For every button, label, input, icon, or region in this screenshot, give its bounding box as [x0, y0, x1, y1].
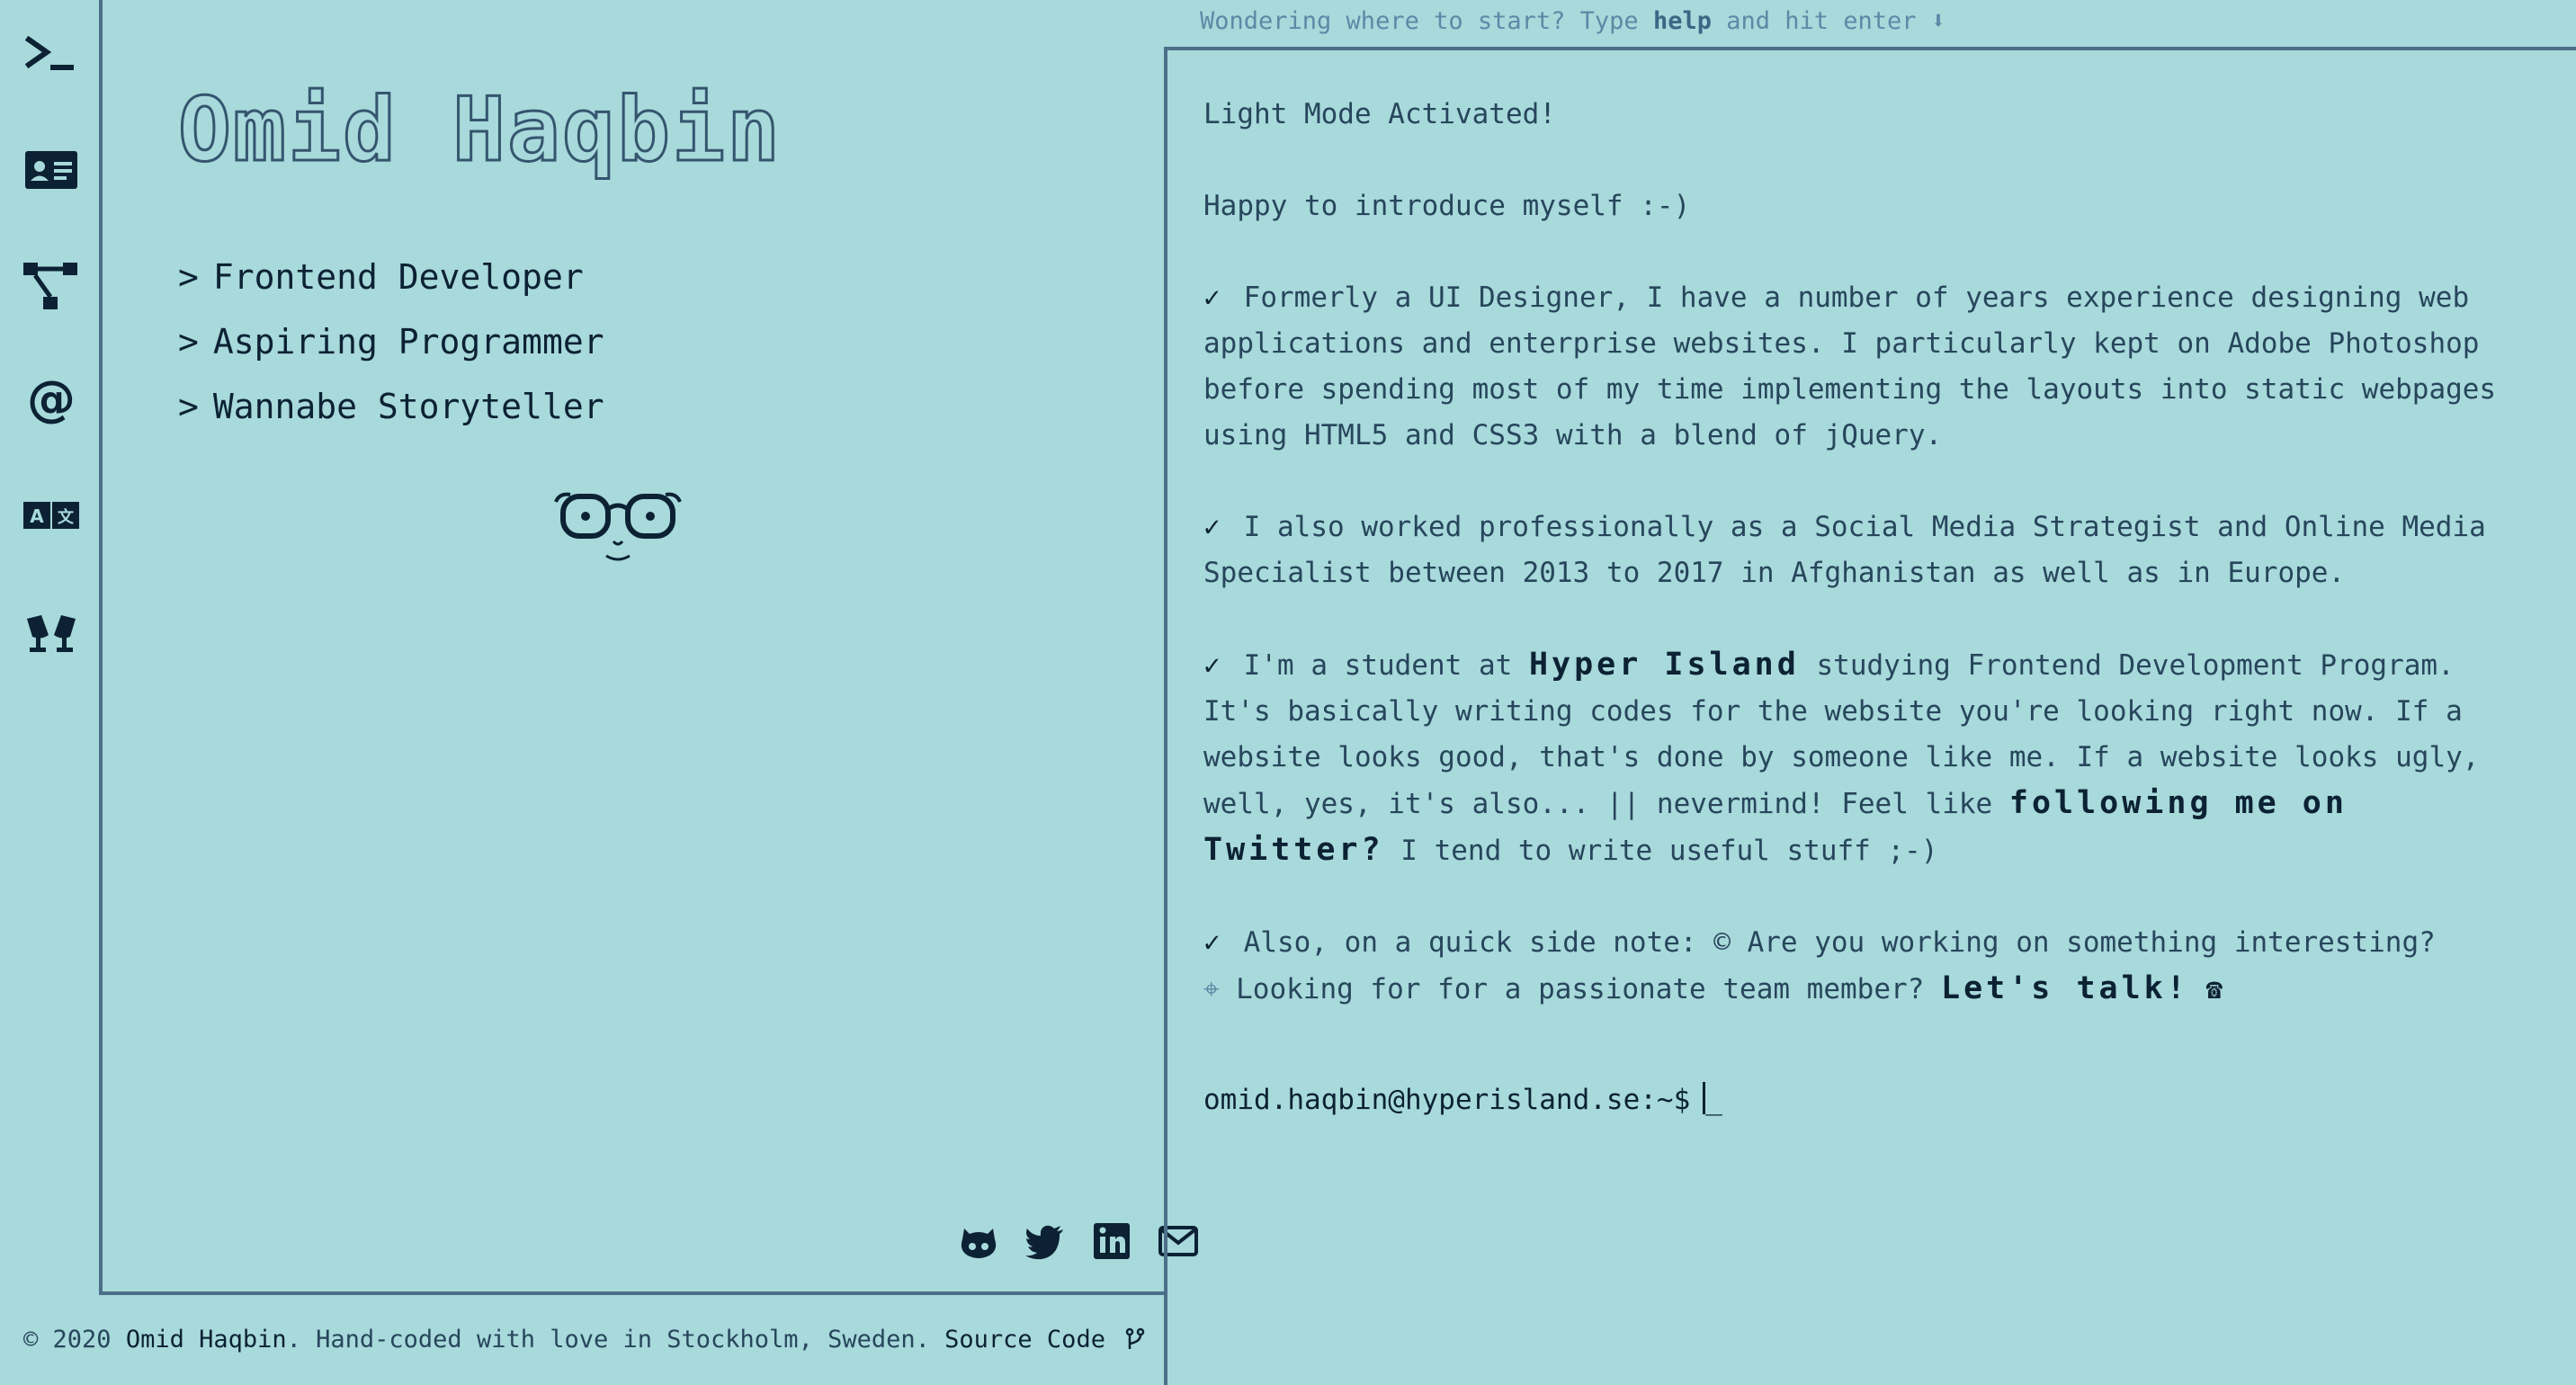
id-card-icon[interactable] [20, 138, 83, 201]
sidebar-nav: @ A文 [0, 0, 103, 1295]
translate-icon[interactable]: A文 [20, 484, 83, 547]
role-label: Wannabe Storyteller [212, 387, 604, 426]
at-sign-icon[interactable]: @ [20, 369, 83, 432]
lets-talk-link[interactable]: Let's talk! [1941, 970, 2189, 1006]
hint-keyword: help [1652, 7, 1712, 35]
code-branch-icon [1125, 1327, 1145, 1349]
role-label: Frontend Developer [212, 257, 584, 297]
check-icon: ✓ [1203, 281, 1221, 314]
footer-author: Omid Haqbin [125, 1326, 287, 1354]
footer-text: . Hand-coded with love in Stockholm, Swe… [286, 1326, 930, 1354]
panel-divider [103, 1291, 1164, 1295]
hyper-island-link[interactable]: Hyper Island [1529, 647, 1800, 683]
sitemap-icon[interactable] [20, 254, 83, 317]
check-icon: ✓ [1203, 511, 1221, 543]
role-label: Aspiring Programmer [212, 322, 604, 362]
paragraph-text: I'm a student at [1243, 649, 1513, 682]
terminal-paragraph: ✓ I'm a student at Hyper Island studying … [1203, 642, 2535, 874]
cursor-glyph: _ [1705, 1084, 1722, 1116]
profile-name: Omid Haqbin [176, 78, 783, 183]
terminal-window[interactable]: Light Mode Activated! Happy to introduce… [1164, 47, 2576, 1385]
role-list: > Frontend Developer > Aspiring Programmer… [178, 245, 604, 439]
role-prefix: > [178, 257, 199, 297]
role-item: > Frontend Developer [178, 245, 604, 309]
check-icon: ✓ [1203, 649, 1221, 682]
paragraph-text: Looking for for a passionate team member… [1236, 973, 1925, 1005]
github-icon[interactable] [957, 1220, 1000, 1263]
nerd-face-icon [550, 484, 685, 570]
source-code-link[interactable]: Source Code [944, 1326, 1145, 1354]
phone-icon: ☎ [2205, 973, 2223, 1005]
twitter-icon[interactable] [1024, 1220, 1067, 1263]
role-prefix: > [178, 322, 199, 362]
svg-text:@: @ [27, 371, 76, 427]
svg-text:文: 文 [58, 507, 75, 527]
hint-suffix: and hit enter [1726, 7, 1917, 35]
terminal-paragraph: ✓ Also, on a quick side note: © Are you w… [1203, 920, 2535, 1013]
terminal-line-intro: Happy to introduce myself :-) [1203, 190, 1691, 222]
terminal-paragraph: ✓ I also worked professionally as a Socia… [1203, 505, 2535, 596]
glasses-icon[interactable] [20, 599, 83, 662]
svg-text:A: A [30, 505, 44, 527]
profile-panel: Omid Haqbin > Frontend Developer > Aspirin… [103, 0, 1198, 1295]
terminal-paragraph: ✓ Formerly a UI Designer, I have a number… [1203, 275, 2535, 459]
paragraph-text: I tend to write useful stuff ;-) [1400, 835, 1938, 867]
footer-copyright: © 2020 [23, 1326, 112, 1354]
paragraph-text: Formerly a UI Designer, I have a number … [1203, 281, 2497, 451]
role-item: > Wannabe Storyteller [178, 374, 604, 439]
role-item: > Aspiring Programmer [178, 309, 604, 374]
command-prompt[interactable]: omid.haqbin@hyperisland.se:~$ _ [1203, 1077, 2576, 1123]
prompt-label: omid.haqbin@hyperisland.se:~$ [1203, 1084, 1691, 1116]
hint-prefix: Wondering where to start? Type [1200, 7, 1639, 35]
terminal-line-mode: Light Mode Activated! [1203, 98, 1556, 130]
arrow-down-icon: ⬇ [1930, 7, 1946, 35]
paragraph-text: I also worked professionally as a Social… [1203, 511, 2486, 589]
linkedin-icon[interactable] [1090, 1220, 1133, 1263]
paragraph-text: Also, on a quick side note: © Are you wo… [1243, 926, 2436, 959]
help-hint: Wondering where to start? Type help and … [1200, 7, 1945, 35]
source-code-label: Source Code [944, 1326, 1105, 1354]
role-prefix: > [178, 387, 199, 426]
footer: © 2020 Omid Haqbin. Hand-coded with love… [23, 1326, 1145, 1354]
crosshair-icon: ⌖ [1203, 973, 1220, 1005]
terminal-icon[interactable] [20, 23, 83, 86]
check-icon: ✓ [1203, 926, 1221, 959]
